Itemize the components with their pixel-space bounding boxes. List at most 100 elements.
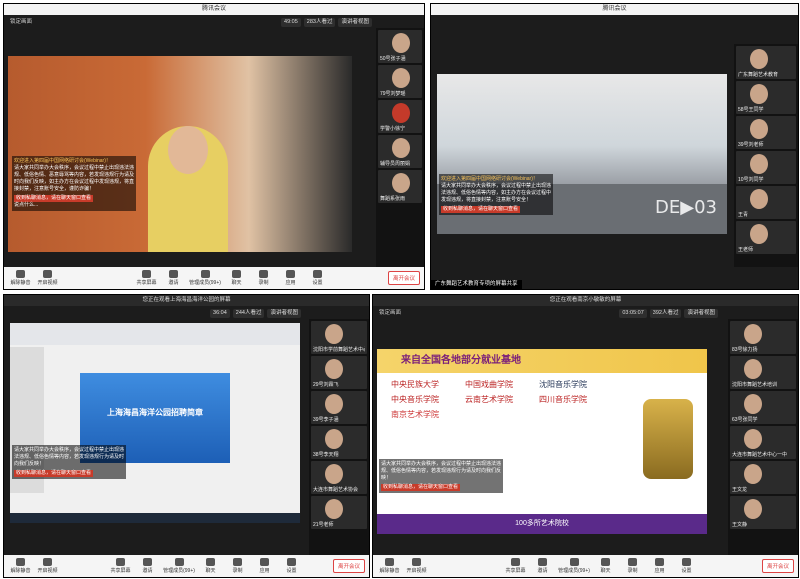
notice-message: 请大家共同举办大会秩序，会议过程中禁止出现违法违规、低俗色情等内容，若发现违规行… [381,461,502,481]
chat-input-hint[interactable]: 说点什么... [14,202,134,209]
school-logo: 中国戏曲学院 [465,380,513,389]
avatar [325,429,343,449]
participant-tile[interactable]: 王文静 [730,496,796,529]
settings-button[interactable]: 设置 [674,558,699,574]
view-mode-button[interactable]: 演讲者视图 [338,17,372,27]
participant-tile[interactable]: 辅导员周丽娟 [378,135,422,168]
avatar [325,359,343,379]
participant-tile[interactable]: 39号刘老师 [736,116,796,149]
manage-members-button[interactable]: 管理成员(99+) [557,558,591,574]
record-icon [259,270,268,278]
mute-button[interactable]: 解除静音 [8,270,33,286]
participant-tile[interactable]: 50号张子涵 [378,30,422,63]
avatar [744,429,762,449]
participant-tile[interactable]: 大连市舞蹈艺术中心一中 [730,426,796,459]
shared-video: DE▶03 欢迎进入第四届中国网络研讨会(Webinar)！ 请大家共同举办大会… [437,74,727,234]
participant-tile[interactable]: 29号刘霖飞 [311,356,367,389]
mic-icon [385,558,394,566]
view-mode-button[interactable]: 演讲者视图 [267,308,301,318]
school-logos: 中央民族大学 中国戏曲学院 沈阳音乐学院 中央音乐学院 云南艺术学院 四川音乐学… [391,379,631,420]
notice-title: 欢迎进入第四届中国网络研讨会(Webinar)！ [14,158,111,164]
apps-icon [655,558,664,566]
chat-button[interactable]: 聊天 [198,558,223,574]
private-message-hint[interactable]: 收到私聊消息，请在聊天窗口查看 [381,484,461,491]
private-message-hint[interactable]: 收到私聊消息，请在聊天窗口查看 [14,470,94,477]
record-button[interactable]: 录制 [620,558,645,574]
share-screen-button[interactable]: 共享屏幕 [108,558,133,574]
share-screen-button[interactable]: 共享屏幕 [134,270,159,286]
private-message-hint[interactable]: 收到私聊消息，请在聊天窗口查看 [441,206,521,213]
meeting-info: 49:05 283人看过 演讲者视图 [281,17,372,27]
record-button[interactable]: 录制 [251,270,276,286]
gear-icon [287,558,296,566]
view-mode-button[interactable]: 演讲者视图 [684,308,718,318]
meeting-timer: 49:05 [281,17,301,27]
participant-list: 50号张子涵 79号刘梦瑶 学警小徐宁 辅导员周丽娟 舞蹈系张雨 [376,28,424,267]
participant-tile[interactable]: 沈阳市学前舞蹈艺术中心 [311,321,367,354]
share-screen-button[interactable]: 共享屏幕 [503,558,528,574]
share-icon [116,558,125,566]
invite-button[interactable]: 邀请 [530,558,555,574]
mute-button[interactable]: 解除静音 [377,558,402,574]
participant-tile[interactable]: 沈阳市舞蹈艺术培训 [730,356,796,389]
notice-overlay: 欢迎进入第四届中国网络研讨会(Webinar)！ 请大家共同举办大会秩序，会议过… [439,174,553,215]
mic-icon [16,558,25,566]
leave-meeting-button[interactable]: 离开会议 [332,559,365,573]
participant-tile[interactable]: 学警小徐宁 [378,100,422,133]
notice-message: 请大家共同举办大会秩序，会议过程中禁止出现违法违规、低俗色情、恶意辱骂等内容，若… [14,165,135,192]
avatar [744,359,762,379]
participant-tile[interactable]: 79号刘梦瑶 [378,65,422,98]
apps-button[interactable]: 应用 [252,558,277,574]
apps-button[interactable]: 应用 [647,558,672,574]
notice-title: 欢迎进入第四届中国网络研讨会(Webinar)！ [441,176,538,182]
settings-button[interactable]: 设置 [279,558,304,574]
viewer-count[interactable]: 244人看过 [232,308,265,318]
participant-tile[interactable]: 王青 [736,186,796,219]
notice-message: 请大家共同举办大会秩序，会议过程中禁止出现违法违规、低俗色情等内容，如主办方在会… [441,183,552,203]
screen-share-banner: 广东舞蹈艺术教育专项的屏幕共享 [431,280,522,289]
participant-list: 83号徐力扬 沈阳市舞蹈艺术培训 63号张同学 大连市舞蹈艺术中心一中 王文龙 … [728,319,798,555]
participant-tile[interactable]: 大连市舞蹈艺术协会 [311,461,367,494]
chat-button[interactable]: 聊天 [224,270,249,286]
viewer-count[interactable]: 392人看过 [649,308,682,318]
participant-tile[interactable]: 21号老师 [311,496,367,529]
avatar [325,324,343,344]
mute-button[interactable]: 解除静音 [8,558,33,574]
participant-tile[interactable]: 王老师 [736,221,796,254]
private-message-hint[interactable]: 收到私聊消息，请在聊天窗口查看 [14,195,94,202]
invite-button[interactable]: 邀请 [161,270,186,286]
participant-tile[interactable]: 广东舞蹈艺术教育 [736,46,796,79]
video-button[interactable]: 开启视频 [35,270,60,286]
apps-button[interactable]: 应用 [278,270,303,286]
invite-button[interactable]: 邀请 [135,558,160,574]
leave-meeting-button[interactable]: 离开会议 [761,559,794,573]
participant-tile[interactable]: 58号王同学 [736,81,796,114]
school-logo: 南京艺术学院 [391,410,439,419]
chat-button[interactable]: 聊天 [593,558,618,574]
manage-members-button[interactable]: 管理成员(99+) [188,270,222,286]
manage-members-button[interactable]: 管理成员(99+) [162,558,196,574]
video-button[interactable]: 开启视频 [35,558,60,574]
leave-meeting-button[interactable]: 离开会议 [387,271,420,285]
record-button[interactable]: 录制 [225,558,250,574]
avatar [392,68,410,88]
speaker-lock-label[interactable]: 锁定画面 [10,17,32,25]
avatar [744,394,762,414]
video-button[interactable]: 开启视频 [404,558,429,574]
meeting-window-d: 您正在观看南京小敏敏的屏幕 锁定画面 03:05:07 392人看过 演讲者视图… [372,294,799,578]
school-logo: 中央音乐学院 [391,395,439,404]
avatar [392,33,410,53]
participant-tile[interactable]: 38号李天翔 [311,426,367,459]
participant-tile[interactable]: 83号徐力扬 [730,321,796,354]
trophy-icon [643,399,693,479]
participant-tile[interactable]: 63号张同学 [730,391,796,424]
slide-heading: 来自全国各地部分就业基地 [377,349,707,373]
viewer-count[interactable]: 283人看过 [303,17,336,27]
speaker-lock-label[interactable]: 锁定画面 [379,308,401,316]
participant-tile[interactable]: 王文龙 [730,461,796,494]
settings-button[interactable]: 设置 [305,270,330,286]
avatar [744,324,762,344]
participant-tile[interactable]: 10号刘同学 [736,151,796,184]
participant-tile[interactable]: 39号李子涵 [311,391,367,424]
participant-tile[interactable]: 舞蹈系张雨 [378,170,422,203]
